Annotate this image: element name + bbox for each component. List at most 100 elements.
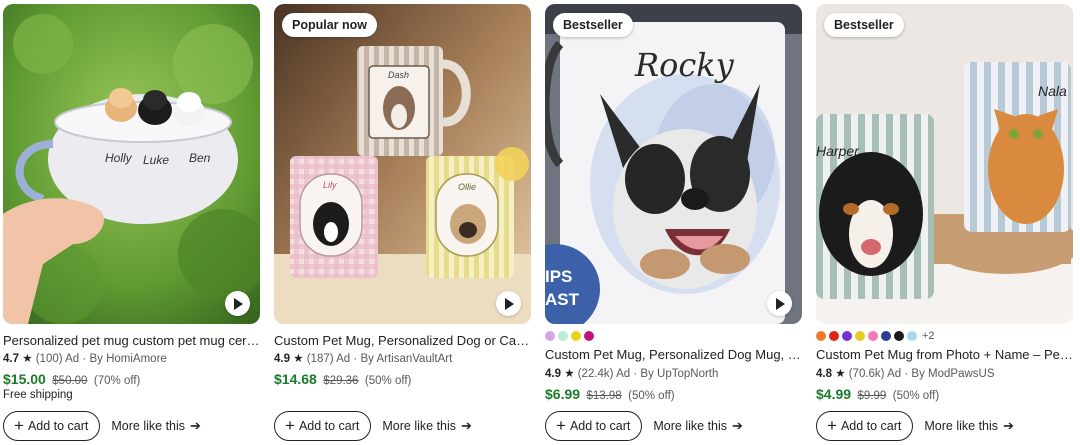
play-icon[interactable] <box>767 291 792 316</box>
color-swatches <box>545 330 594 342</box>
more-colors-count[interactable]: +2 <box>922 330 935 342</box>
mug-name-text: Dash <box>388 70 409 80</box>
color-swatch[interactable] <box>558 331 568 341</box>
color-swatch[interactable] <box>855 331 865 341</box>
mug-name-text: Lily <box>323 180 337 190</box>
add-to-cart-button[interactable]: + Add to cart <box>545 411 643 441</box>
plus-icon: + <box>285 415 295 435</box>
discount-percent: (50% off) <box>628 390 675 402</box>
listing-card[interactable]: Dash Lily Ollie Popular now Custom Pet M… <box>274 4 531 445</box>
add-to-cart-button[interactable]: + Add to cart <box>274 411 372 441</box>
rating-value: 4.9 <box>545 368 561 380</box>
star-icon: ★ <box>293 353 304 365</box>
review-count: (187) <box>306 353 334 365</box>
color-swatch[interactable] <box>907 331 917 341</box>
color-swatch[interactable] <box>842 331 852 341</box>
listing-title[interactable]: Custom Pet Mug, Personalized Dog Mug, Wa… <box>545 347 802 362</box>
rating-value: 4.9 <box>274 353 290 365</box>
mug-name-text: Luke <box>143 153 169 167</box>
more-like-this-link[interactable]: More like this ➔ <box>924 418 1014 434</box>
listing-image[interactable]: Rocky IPS AST <box>545 4 802 324</box>
review-count: (100) <box>35 353 63 365</box>
listing-actions: + Add to cart More like this ➔ <box>274 411 472 441</box>
price-line: $14.68 $29.36 (50% off) <box>274 371 411 389</box>
color-swatch[interactable] <box>868 331 878 341</box>
color-swatch[interactable] <box>545 331 555 341</box>
promo-text: IPS <box>545 267 572 286</box>
review-count: (22.4k) <box>577 368 614 380</box>
original-price: $13.98 <box>586 390 622 402</box>
listing-card[interactable]: Holly Luke Ben Personalized pet mug cust… <box>3 4 260 445</box>
popular-now-badge: Popular now <box>282 13 377 37</box>
separator-dot: · <box>82 353 87 365</box>
color-swatch[interactable] <box>584 331 594 341</box>
add-to-cart-label: Add to cart <box>27 419 89 433</box>
mug-name-text: Nala <box>1038 83 1067 99</box>
plus-icon: + <box>827 415 837 435</box>
star-icon: ★ <box>835 368 846 380</box>
arrow-right-icon: ➔ <box>732 418 743 433</box>
separator-dot: · <box>904 368 909 380</box>
arrow-right-icon: ➔ <box>1003 418 1014 433</box>
free-shipping-label: Free shipping <box>3 389 73 401</box>
listing-title[interactable]: Personalized pet mug custom pet mug cera… <box>3 333 260 348</box>
color-swatch[interactable] <box>816 331 826 341</box>
plus-icon: + <box>14 415 24 435</box>
color-swatch[interactable] <box>571 331 581 341</box>
price-line: $6.99 $13.98 (50% off) <box>545 386 675 404</box>
listing-actions: + Add to cart More like this ➔ <box>816 411 1014 441</box>
discount-percent: (50% off) <box>892 390 940 402</box>
shop-name[interactable]: By ModPawsUS <box>911 368 994 380</box>
listing-image[interactable]: Holly Luke Ben <box>3 4 260 324</box>
listing-meta: 4.8 ★ (70.6k) Ad · By ModPawsUS <box>816 366 995 380</box>
listing-meta: 4.9 ★ (187) Ad · By ArtisanVaultArt <box>274 351 452 365</box>
listing-meta: 4.7 ★ (100) Ad · By HomiAmore <box>3 351 167 365</box>
mug-name-text: Harper <box>816 143 860 159</box>
listing-card[interactable]: Rocky IPS AST Bestseller Custom Pet Mug,… <box>545 4 802 445</box>
ad-label: Ad <box>336 353 351 365</box>
color-swatch[interactable] <box>894 331 904 341</box>
star-icon: ★ <box>564 368 575 380</box>
sale-price: $14.68 <box>274 371 317 387</box>
star-icon: ★ <box>22 353 33 365</box>
original-price: $9.99 <box>857 390 887 402</box>
more-like-this-link[interactable]: More like this ➔ <box>111 418 201 434</box>
listing-image[interactable]: Nala Harper <box>816 4 1073 324</box>
rating-value: 4.8 <box>816 368 832 380</box>
plus-icon: + <box>556 415 566 435</box>
listing-title[interactable]: Custom Pet Mug, Personalized Dog or Cat … <box>274 333 531 348</box>
color-swatch[interactable] <box>829 331 839 341</box>
more-like-this-link[interactable]: More like this ➔ <box>653 418 743 434</box>
arrow-right-icon: ➔ <box>190 418 201 433</box>
listing-title[interactable]: Custom Pet Mug from Photo + Name – Perso… <box>816 347 1073 362</box>
color-swatch[interactable] <box>881 331 891 341</box>
shop-name[interactable]: By UpTopNorth <box>640 368 718 380</box>
mug-name-text: Holly <box>105 151 133 165</box>
bestseller-badge: Bestseller <box>553 13 633 37</box>
review-count: (70.6k) <box>848 368 885 380</box>
play-icon[interactable] <box>225 291 250 316</box>
add-to-cart-button[interactable]: + Add to cart <box>3 411 101 441</box>
more-like-this-link[interactable]: More like this ➔ <box>382 418 472 434</box>
play-icon[interactable] <box>496 291 521 316</box>
listing-meta: 4.9 ★ (22.4k) Ad · By UpTopNorth <box>545 366 718 380</box>
listing-actions: + Add to cart More like this ➔ <box>3 411 201 441</box>
more-like-this-label: More like this <box>924 419 999 433</box>
color-swatches: +2 <box>816 330 935 342</box>
mug-name-text: Rocky <box>634 46 735 84</box>
add-to-cart-button[interactable]: + Add to cart <box>816 411 914 441</box>
shop-name[interactable]: By ArtisanVaultArt <box>360 353 452 365</box>
shop-name[interactable]: By HomiAmore <box>89 353 166 365</box>
arrow-right-icon: ➔ <box>461 418 472 433</box>
separator-dot: · <box>633 368 638 380</box>
listing-image[interactable]: Dash Lily Ollie <box>274 4 531 324</box>
mug-name-text: Ben <box>189 151 211 165</box>
sale-price: $15.00 <box>3 371 46 387</box>
promo-text: AST <box>545 290 580 309</box>
add-to-cart-label: Add to cart <box>840 419 902 433</box>
listing-card[interactable]: Nala Harper Bestseller +2 Custom Pet Mug… <box>816 4 1073 445</box>
price-line: $15.00 $50.00 (70% off) <box>3 371 140 389</box>
ad-label: Ad <box>887 368 902 380</box>
ad-label: Ad <box>65 353 80 365</box>
sale-price: $4.99 <box>816 386 852 402</box>
